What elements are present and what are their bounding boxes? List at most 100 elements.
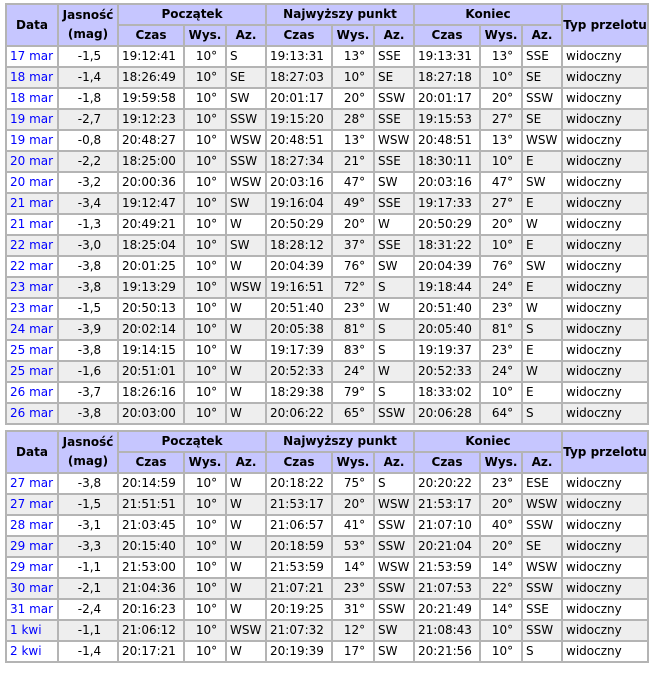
pass-type: widoczny (563, 152, 648, 171)
table-row: 28 mar -3,1 21:03:45 10° W 21:06:57 41° SSW 21:0… (7, 516, 648, 535)
highest-altitude: 76° (333, 257, 373, 276)
highest-altitude: 24° (333, 362, 373, 381)
date-link[interactable]: 28 mar (7, 516, 57, 535)
pass-type: widoczny (563, 537, 648, 556)
header-end-alt: Wys. (481, 453, 522, 472)
end-azimuth: ESE (523, 474, 562, 493)
start-azimuth: SSW (227, 152, 265, 171)
start-altitude: 10° (185, 320, 225, 339)
date-link[interactable]: 21 mar (7, 194, 57, 213)
highest-altitude: 72° (333, 278, 373, 297)
magnitude: -1,4 (59, 642, 117, 661)
highest-time: 21:53:59 (267, 558, 331, 577)
date-link[interactable]: 2 kwi (7, 642, 57, 661)
pass-type: widoczny (563, 299, 648, 318)
start-time: 20:00:36 (119, 173, 183, 192)
end-altitude: 76° (481, 257, 522, 276)
end-azimuth: E (523, 236, 562, 255)
date-link[interactable]: 26 mar (7, 383, 57, 402)
start-altitude: 10° (185, 579, 225, 598)
date-link[interactable]: 17 mar (7, 47, 57, 66)
pass-type: widoczny (563, 47, 648, 66)
table-row: 19 mar -0,8 20:48:27 10° WSW 20:48:51 13° WSW 20… (7, 131, 648, 150)
table-row: 2 kwi -1,4 20:17:21 10° W 20:19:39 17° SW 20:21:… (7, 642, 648, 661)
table-row: 27 mar -1,5 21:51:51 10° W 21:53:17 20° WSW 21:5… (7, 495, 648, 514)
table-row: 24 mar -3,9 20:02:14 10° W 20:05:38 81° S 20:05:… (7, 320, 648, 339)
pass-type: widoczny (563, 278, 648, 297)
date-link[interactable]: 18 mar (7, 68, 57, 87)
table-row: 25 mar -3,8 19:14:15 10° W 19:17:39 83° S 19:19:… (7, 341, 648, 360)
page: Data Jasność (mag) Początek Najwyższy pun… (0, 0, 653, 677)
end-azimuth: W (523, 299, 562, 318)
start-time: 21:04:36 (119, 579, 183, 598)
highest-azimuth: S (375, 383, 414, 402)
date-link[interactable]: 29 mar (7, 537, 57, 556)
table-row: 25 mar -1,6 20:51:01 10° W 20:52:33 24° W 20:52:… (7, 362, 648, 381)
highest-azimuth: SSE (375, 47, 414, 66)
pass-type: widoczny (563, 474, 648, 493)
end-time: 21:53:17 (415, 495, 480, 514)
end-altitude: 27° (481, 194, 522, 213)
date-link[interactable]: 19 mar (7, 110, 57, 129)
date-link[interactable]: 22 mar (7, 236, 57, 255)
end-time: 20:52:33 (415, 362, 480, 381)
date-link[interactable]: 23 mar (7, 299, 57, 318)
start-altitude: 10° (185, 278, 225, 297)
highest-azimuth: SSW (375, 600, 414, 619)
passes-table-1: Data Jasność (mag) Początek Najwyższy pun… (5, 3, 650, 425)
date-link[interactable]: 31 mar (7, 600, 57, 619)
date-link[interactable]: 27 mar (7, 495, 57, 514)
date-link[interactable]: 20 mar (7, 173, 57, 192)
highest-time: 19:16:04 (267, 194, 331, 213)
date-link[interactable]: 24 mar (7, 320, 57, 339)
date-link[interactable]: 27 mar (7, 474, 57, 493)
highest-altitude: 65° (333, 404, 373, 423)
magnitude: -2,2 (59, 152, 117, 171)
magnitude: -3,7 (59, 383, 117, 402)
magnitude: -1,6 (59, 362, 117, 381)
start-azimuth: W (227, 558, 265, 577)
table-row: 29 mar -3,3 20:15:40 10° W 20:18:59 53° SSW 20:2… (7, 537, 648, 556)
table-row: 21 mar -3,4 19:12:47 10° SW 19:16:04 49° SSE 19:… (7, 194, 648, 213)
table-row: 29 mar -1,1 21:53:00 10° W 21:53:59 14° WSW 21:5… (7, 558, 648, 577)
end-altitude: 20° (481, 215, 522, 234)
start-azimuth: W (227, 299, 265, 318)
date-link[interactable]: 18 mar (7, 89, 57, 108)
date-link[interactable]: 25 mar (7, 362, 57, 381)
date-link[interactable]: 21 mar (7, 215, 57, 234)
table-row: 1 kwi -1,1 21:06:12 10° WSW 21:07:32 12° SW 21:0… (7, 621, 648, 640)
highest-azimuth: WSW (375, 558, 414, 577)
date-link[interactable]: 26 mar (7, 404, 57, 423)
highest-altitude: 79° (333, 383, 373, 402)
highest-altitude: 75° (333, 474, 373, 493)
date-link[interactable]: 30 mar (7, 579, 57, 598)
highest-time: 20:05:38 (267, 320, 331, 339)
start-azimuth: W (227, 642, 265, 661)
highest-time: 19:16:51 (267, 278, 331, 297)
date-link[interactable]: 20 mar (7, 152, 57, 171)
end-azimuth: SSW (523, 579, 562, 598)
date-link[interactable]: 29 mar (7, 558, 57, 577)
pass-type: widoczny (563, 579, 648, 598)
date-link[interactable]: 25 mar (7, 341, 57, 360)
highest-altitude: 17° (333, 642, 373, 661)
header-start-time: Czas (119, 26, 183, 45)
start-altitude: 10° (185, 383, 225, 402)
date-link[interactable]: 1 kwi (7, 621, 57, 640)
highest-altitude: 10° (333, 68, 373, 87)
start-altitude: 10° (185, 642, 225, 661)
pass-type: widoczny (563, 642, 648, 661)
end-time: 18:33:02 (415, 383, 480, 402)
end-time: 21:08:43 (415, 621, 480, 640)
highest-altitude: 20° (333, 215, 373, 234)
date-link[interactable]: 23 mar (7, 278, 57, 297)
end-altitude: 23° (481, 299, 522, 318)
pass-type: widoczny (563, 131, 648, 150)
highest-time: 20:04:39 (267, 257, 331, 276)
date-link[interactable]: 19 mar (7, 131, 57, 150)
start-altitude: 10° (185, 47, 225, 66)
header-highest-time: Czas (267, 26, 331, 45)
passes-table-2: Data Jasność (mag) Początek Najwyższy pun… (5, 430, 650, 663)
date-link[interactable]: 22 mar (7, 257, 57, 276)
magnitude: -3,8 (59, 257, 117, 276)
